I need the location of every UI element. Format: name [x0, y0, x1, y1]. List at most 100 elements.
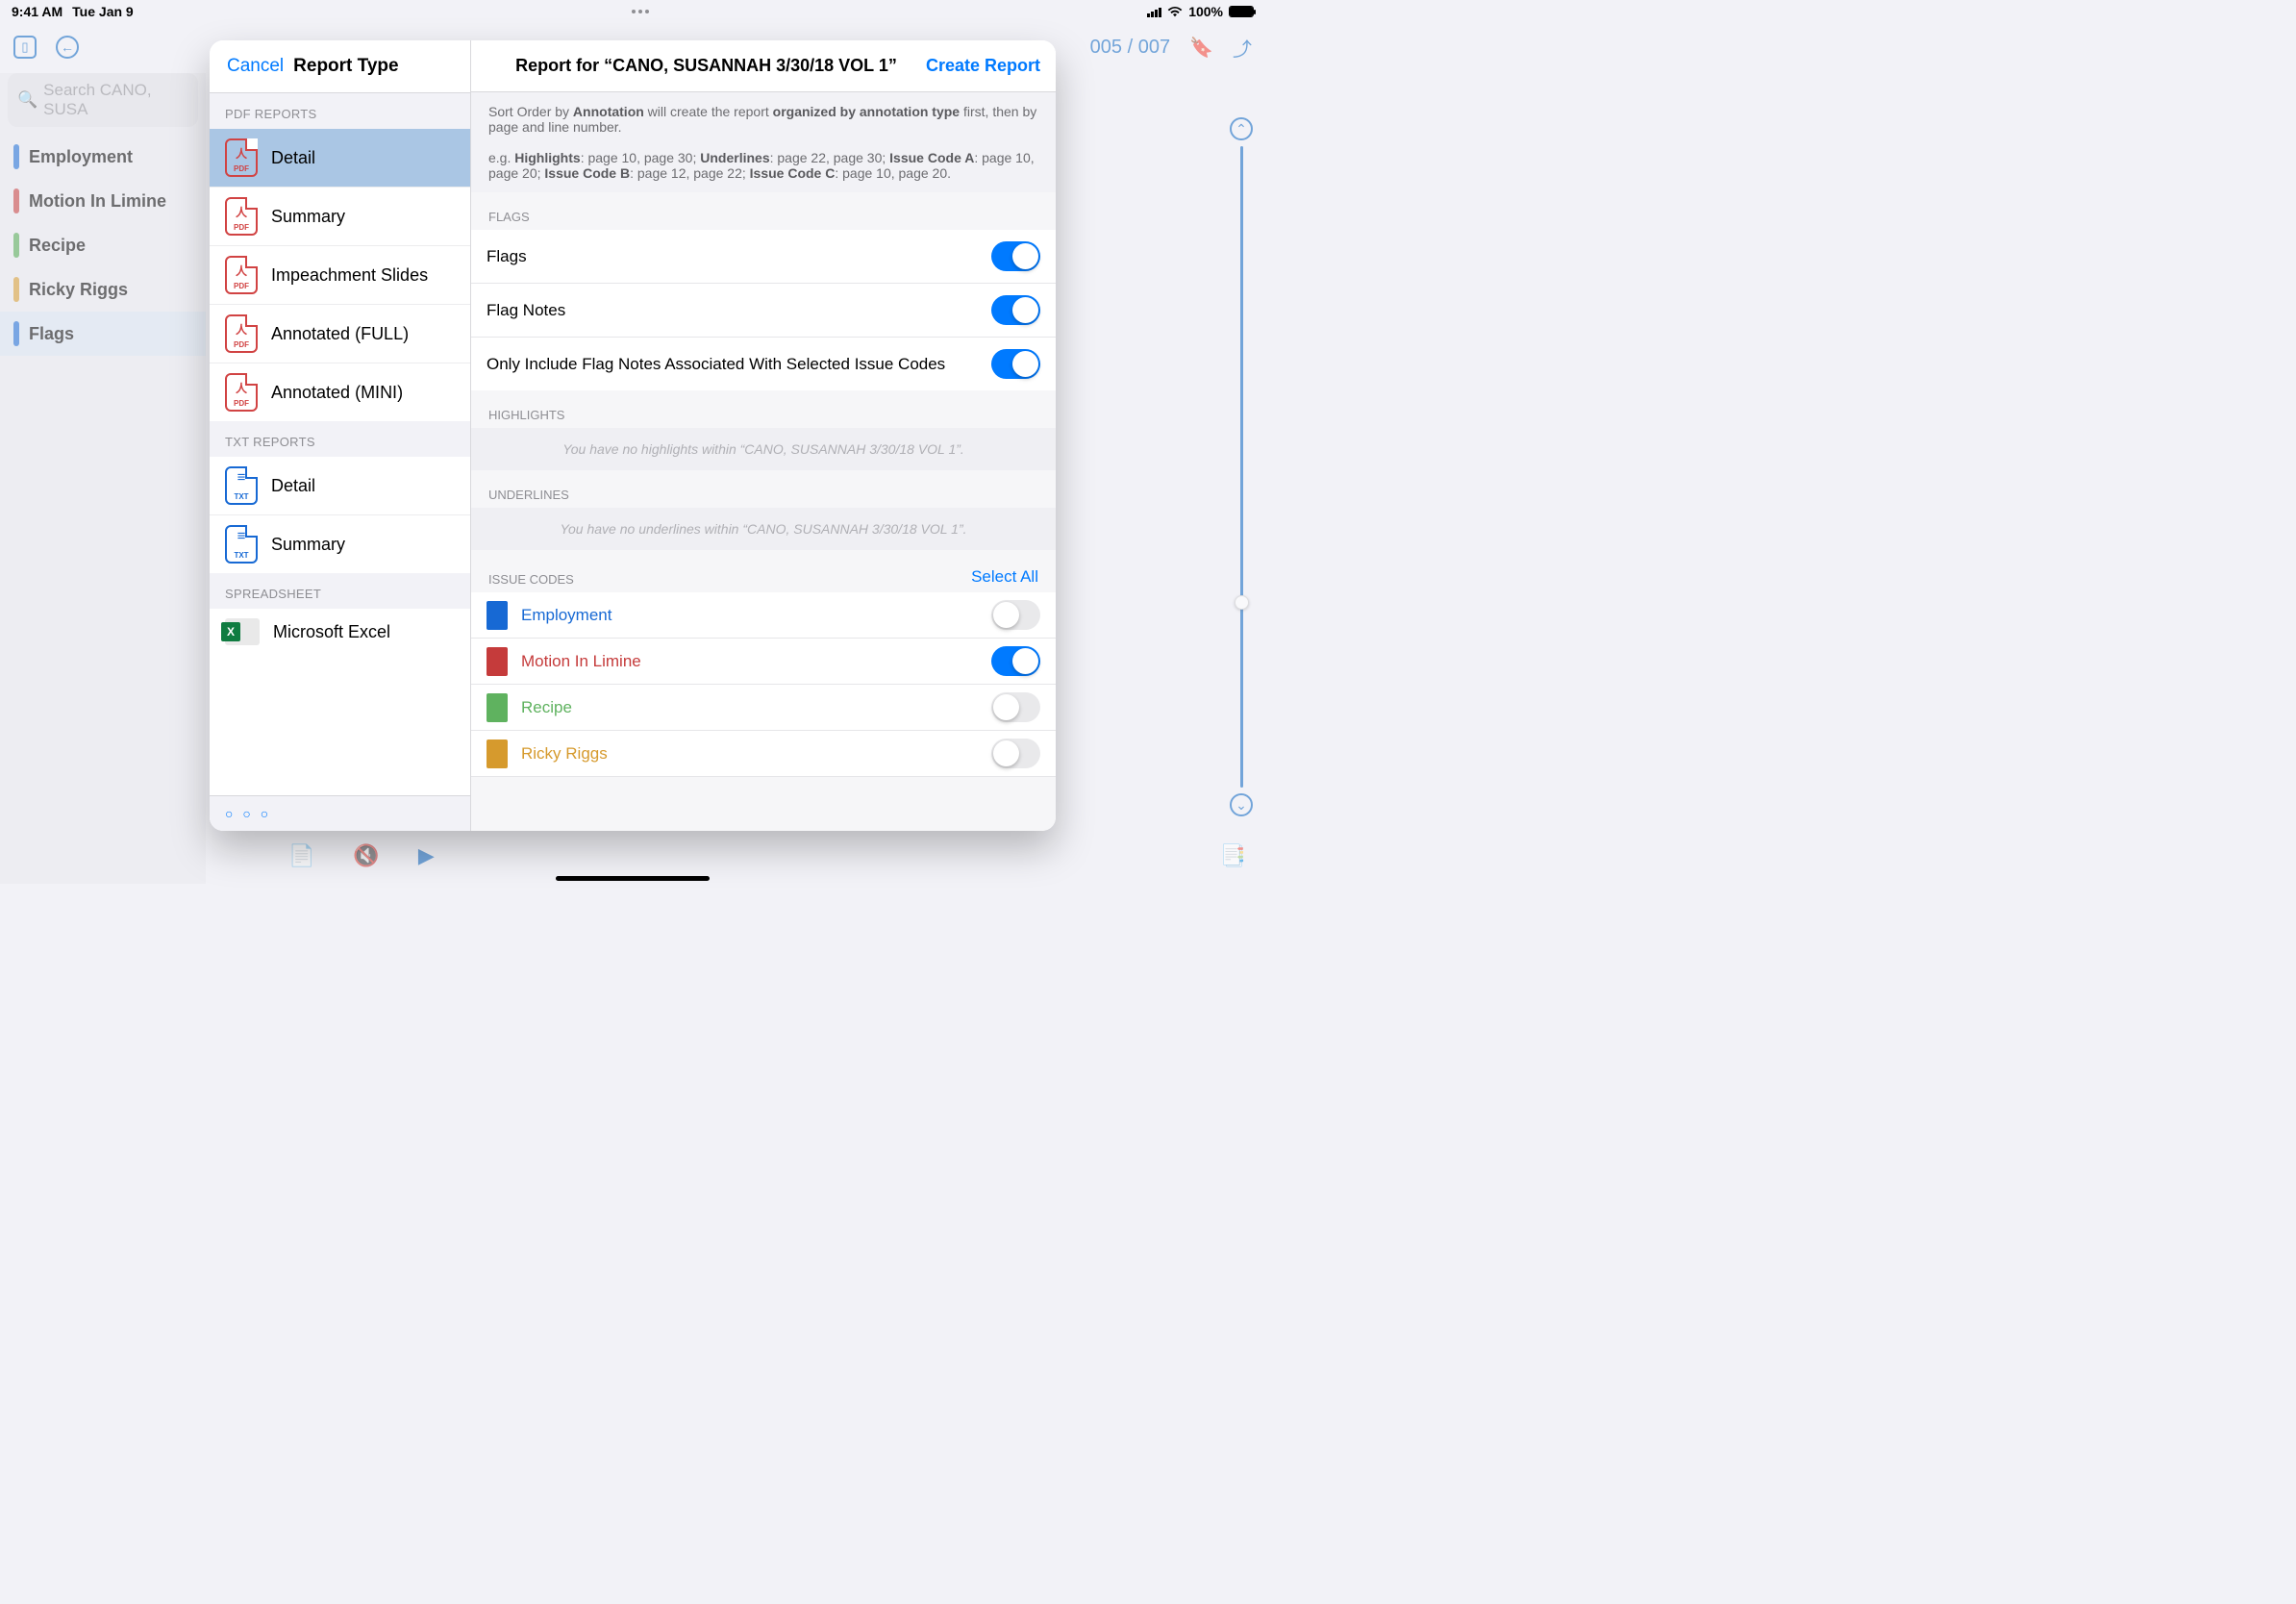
sort-order-description: Sort Order by Annotation will create the… [471, 92, 1056, 192]
pdf-report-impeachment-slides[interactable]: PDF Impeachment Slides [210, 245, 470, 304]
pdf-icon: PDF [225, 256, 258, 294]
issue-code-label: Motion In Limine [521, 652, 978, 671]
tag-label: Recipe [29, 236, 86, 256]
bookmark-icon[interactable]: 🔖 [1189, 36, 1213, 60]
history-doc-icon[interactable]: 📑 [1220, 843, 1246, 868]
sidebar-tag-ricky-riggs[interactable]: Ricky Riggs [0, 267, 206, 312]
create-report-button[interactable]: Create Report [926, 56, 1040, 76]
txt-report-detail[interactable]: TXT Detail [210, 457, 470, 514]
sidebar-tag-employment[interactable]: Employment [0, 135, 206, 179]
status-time: 9:41 AM [12, 4, 62, 19]
sidebar-tag-recipe[interactable]: Recipe [0, 223, 206, 267]
report-label: Microsoft Excel [273, 622, 390, 642]
pdf-report-annotated-full-[interactable]: PDF Annotated (FULL) [210, 304, 470, 363]
wifi-icon [1167, 6, 1183, 17]
select-all-button[interactable]: Select All [971, 567, 1038, 587]
setting-label: Only Include Flag Notes Associated With … [487, 355, 945, 374]
tag-color-swatch [13, 233, 19, 258]
report-label: Detail [271, 148, 315, 168]
underlines-header: UNDERLINES [471, 470, 1056, 508]
tag-color-swatch [13, 277, 19, 302]
highlights-empty: You have no highlights within “CANO, SUS… [471, 428, 1056, 470]
issue-codes-header: ISSUE CODES Select All [471, 550, 1056, 592]
scroll-thumb[interactable] [1235, 595, 1249, 610]
txt-reports-header: TXT REPORTS [210, 421, 470, 457]
sidebar-tag-flags[interactable]: Flags [0, 312, 206, 356]
issue-code-employment: Employment [471, 592, 1056, 639]
tag-color-swatch [13, 188, 19, 213]
share-icon[interactable]: ⤴ [1233, 34, 1252, 62]
toggle-switch[interactable] [991, 646, 1040, 676]
setting-label: Flags [487, 247, 527, 266]
more-options-icon[interactable]: ○ ○ ○ [210, 795, 470, 831]
battery-percent: 100% [1188, 4, 1223, 19]
issue-code-swatch [487, 647, 508, 676]
tag-color-swatch [13, 321, 19, 346]
report-label: Annotated (FULL) [271, 324, 409, 344]
issue-code-label: Employment [521, 606, 978, 625]
issue-code-swatch [487, 601, 508, 630]
setting-label: Flag Notes [487, 301, 565, 320]
report-label: Annotated (MINI) [271, 383, 403, 403]
multitasking-dots[interactable] [632, 10, 649, 13]
pdf-icon: PDF [225, 314, 258, 353]
underlines-empty: You have no underlines within “CANO, SUS… [471, 508, 1056, 550]
cancel-button[interactable]: Cancel [227, 56, 284, 77]
flag-option-flag-notes: Flag Notes [471, 284, 1056, 338]
tag-color-swatch [13, 144, 19, 169]
issue-code-motion-in-limine: Motion In Limine [471, 639, 1056, 685]
cellular-icon [1147, 6, 1161, 17]
highlights-header: HIGHLIGHTS [471, 390, 1056, 428]
back-icon[interactable]: ← [56, 36, 79, 59]
pdf-icon: PDF [225, 373, 258, 412]
toggle-switch[interactable] [991, 692, 1040, 722]
scroll-track[interactable] [1240, 146, 1243, 788]
toggle-switch[interactable] [991, 600, 1040, 630]
report-label: Detail [271, 476, 315, 496]
flag-option-only-include-flag-notes-associ: Only Include Flag Notes Associated With … [471, 338, 1056, 390]
battery-icon [1229, 6, 1254, 17]
excel-icon [225, 618, 260, 645]
issue-code-label: Ricky Riggs [521, 744, 978, 764]
scroll-up-icon[interactable]: ⌃ [1230, 117, 1253, 140]
pdf-report-detail[interactable]: PDF Detail [210, 129, 470, 187]
report-label: Summary [271, 207, 345, 227]
pdf-reports-header: PDF REPORTS [210, 93, 470, 129]
flag-option-flags: Flags [471, 230, 1056, 284]
status-date: Tue Jan 9 [72, 4, 134, 19]
scroll-down-icon[interactable]: ⌄ [1230, 793, 1253, 816]
flags-header: FLAGS [471, 192, 1056, 230]
pdf-icon: PDF [225, 138, 258, 177]
sidebar-toggle-icon[interactable]: ▯ [13, 36, 37, 59]
issue-code-swatch [487, 739, 508, 768]
modal-title: Report Type [293, 56, 398, 77]
toggle-switch[interactable] [991, 241, 1040, 271]
issue-code-recipe: Recipe [471, 685, 1056, 731]
pdf-report-annotated-mini-[interactable]: PDF Annotated (MINI) [210, 363, 470, 421]
tag-label: Flags [29, 324, 74, 344]
report-type-modal: Cancel Report Type PDF REPORTS PDF Detai… [210, 40, 1056, 831]
pdf-icon: PDF [225, 197, 258, 236]
page-indicator: 005 / 007 [1090, 37, 1170, 59]
issue-code-ricky-riggs: Ricky Riggs [471, 731, 1056, 777]
play-icon[interactable]: ▶ [418, 843, 435, 868]
add-note-icon[interactable]: 📄 [288, 843, 314, 868]
txt-icon: TXT [225, 525, 258, 564]
home-indicator[interactable] [556, 876, 710, 881]
toggle-switch[interactable] [991, 739, 1040, 768]
tag-label: Employment [29, 147, 133, 167]
report-for-title: Report for “CANO, SUSANNAH 3/30/18 VOL 1… [487, 56, 926, 76]
toggle-switch[interactable] [991, 295, 1040, 325]
spreadsheet-excel[interactable]: Microsoft Excel [210, 609, 470, 655]
search-input[interactable]: 🔍 Search CANO, SUSA [8, 73, 198, 127]
search-placeholder: Search CANO, SUSA [43, 81, 188, 119]
report-label: Impeachment Slides [271, 265, 428, 286]
toggle-switch[interactable] [991, 349, 1040, 379]
sidebar-tag-motion-in-limine[interactable]: Motion In Limine [0, 179, 206, 223]
mute-icon[interactable]: 🔇 [353, 843, 379, 868]
txt-icon: TXT [225, 466, 258, 505]
tag-label: Ricky Riggs [29, 280, 128, 300]
txt-report-summary[interactable]: TXT Summary [210, 514, 470, 573]
pdf-report-summary[interactable]: PDF Summary [210, 187, 470, 245]
tag-label: Motion In Limine [29, 191, 166, 212]
